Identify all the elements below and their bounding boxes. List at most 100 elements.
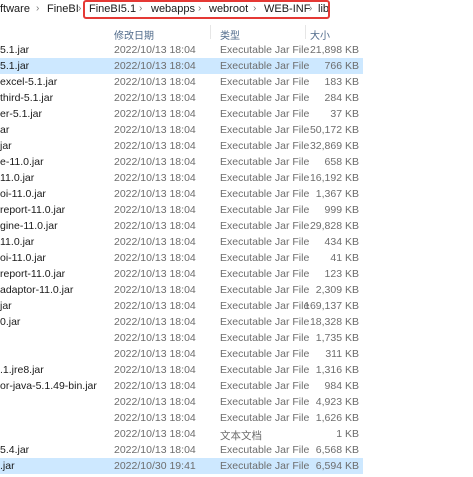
file-name: .1.jre8.jar	[0, 364, 44, 376]
file-size: 1,316 KB	[315, 364, 359, 376]
file-name: 5.1.jar	[0, 60, 30, 72]
file-date: 2022/10/13 18:04	[114, 332, 196, 344]
file-size: 37 KB	[330, 108, 359, 120]
file-date: 2022/10/13 18:04	[114, 268, 196, 280]
file-size: 18,328 KB	[309, 316, 359, 328]
breadcrumb-chevron-icon: ›	[36, 3, 40, 14]
file-date: 2022/10/13 18:04	[114, 316, 196, 328]
file-type: Executable Jar File	[220, 60, 310, 72]
file-size: 1,735 KB	[315, 332, 359, 344]
file-date: 2022/10/13 18:04	[114, 124, 196, 136]
file-type: Executable Jar File	[220, 204, 310, 216]
file-name: e-11.0.jar	[0, 156, 44, 168]
highlight-annotation-box	[83, 0, 330, 19]
column-divider[interactable]	[210, 25, 211, 39]
file-date: 2022/10/13 18:04	[114, 412, 196, 424]
file-name: gine-11.0.jar	[0, 220, 58, 232]
file-date: 2022/10/30 19:41	[114, 460, 196, 472]
file-type: Executable Jar File	[220, 316, 310, 328]
file-date: 2022/10/13 18:04	[114, 108, 196, 120]
file-date: 2022/10/13 18:04	[114, 396, 196, 408]
file-date: 2022/10/13 18:04	[114, 364, 196, 376]
file-type: Executable Jar File	[220, 172, 310, 184]
file-name: 11.0.jar	[0, 172, 35, 184]
file-date: 2022/10/13 18:04	[114, 300, 196, 312]
breadcrumb-chevron-icon: ›	[78, 3, 82, 14]
file-size: 6,568 KB	[315, 444, 359, 456]
file-type: Executable Jar File	[220, 284, 310, 296]
file-type: Executable Jar File	[220, 76, 310, 88]
file-type: Executable Jar File	[220, 44, 310, 56]
file-name: oi-11.0.jar	[0, 252, 46, 264]
file-name: report-11.0.jar	[0, 204, 66, 216]
file-size: 984 KB	[324, 380, 359, 392]
file-name: report-11.0.jar	[0, 268, 66, 280]
file-name: or-java-5.1.49-bin.jar	[0, 380, 97, 392]
file-name: jar	[0, 140, 12, 152]
file-date: 2022/10/13 18:04	[114, 156, 196, 168]
file-date: 2022/10/13 18:04	[114, 348, 196, 360]
file-date: 2022/10/13 18:04	[114, 44, 196, 56]
file-size: 183 KB	[324, 76, 359, 88]
file-name: excel-5.1.jar	[0, 76, 58, 88]
file-size: 4,923 KB	[315, 396, 359, 408]
file-date: 2022/10/13 18:04	[114, 380, 196, 392]
file-type: Executable Jar File	[220, 444, 310, 456]
file-type: Executable Jar File	[220, 140, 310, 152]
file-date: 2022/10/13 18:04	[114, 284, 196, 296]
file-type: Executable Jar File	[220, 92, 310, 104]
column-header-date[interactable]: 修改日期	[114, 27, 154, 42]
file-name: 0.jar	[0, 316, 21, 328]
file-size: 16,192 KB	[309, 172, 359, 184]
file-type: Executable Jar File	[220, 108, 310, 120]
file-name: 5.1.jar	[0, 44, 30, 56]
file-size: 32,869 KB	[309, 140, 359, 152]
file-type: Executable Jar File	[220, 220, 310, 232]
file-date: 2022/10/13 18:04	[114, 140, 196, 152]
file-name: .jar	[0, 460, 15, 472]
file-date: 2022/10/13 18:04	[114, 252, 196, 264]
file-type: Executable Jar File	[220, 332, 310, 344]
file-type: Executable Jar File	[220, 412, 310, 424]
file-name: er-5.1.jar	[0, 108, 43, 120]
file-type: Executable Jar File	[220, 300, 310, 312]
breadcrumb-item-software[interactable]: ftware	[0, 3, 30, 15]
file-size: 658 KB	[324, 156, 359, 168]
file-size: 284 KB	[324, 92, 359, 104]
file-size: 50,172 KB	[309, 124, 359, 136]
file-name: 5.4.jar	[0, 444, 30, 456]
column-header-size[interactable]: 大小	[310, 27, 330, 42]
file-type: Executable Jar File	[220, 348, 310, 360]
file-size: 1 KB	[336, 428, 359, 440]
file-date: 2022/10/13 18:04	[114, 188, 196, 200]
breadcrumb-item-finebi[interactable]: FineBI	[47, 3, 79, 15]
file-type: 文本文档	[220, 430, 262, 442]
column-header-type[interactable]: 类型	[220, 27, 240, 42]
file-type: Executable Jar File	[220, 268, 310, 280]
file-type: Executable Jar File	[220, 236, 310, 248]
file-type: Executable Jar File	[220, 364, 310, 376]
file-size: 311 KB	[325, 348, 359, 360]
file-type: Executable Jar File	[220, 460, 310, 472]
file-type: Executable Jar File	[220, 396, 310, 408]
file-date: 2022/10/13 18:04	[114, 444, 196, 456]
file-size: 1,626 KB	[315, 412, 359, 424]
file-size: 169,137 KB	[304, 300, 359, 312]
column-divider[interactable]	[305, 25, 306, 39]
file-date: 2022/10/13 18:04	[114, 220, 196, 232]
file-date: 2022/10/13 18:04	[114, 204, 196, 216]
file-size: 434 KB	[324, 236, 359, 248]
file-size: 123 KB	[324, 268, 359, 280]
file-name: ar	[0, 124, 10, 136]
file-name: jar	[0, 300, 12, 312]
file-type: Executable Jar File	[220, 380, 310, 392]
file-name: adaptor-11.0.jar	[0, 284, 74, 296]
file-date: 2022/10/13 18:04	[114, 172, 196, 184]
file-size: 21,898 KB	[309, 44, 359, 56]
file-type: Executable Jar File	[220, 188, 310, 200]
file-size: 29,828 KB	[309, 220, 359, 232]
file-type: Executable Jar File	[220, 156, 310, 168]
file-name: third-5.1.jar	[0, 92, 54, 104]
file-size: 766 KB	[324, 60, 359, 72]
file-type: Executable Jar File	[220, 252, 310, 264]
